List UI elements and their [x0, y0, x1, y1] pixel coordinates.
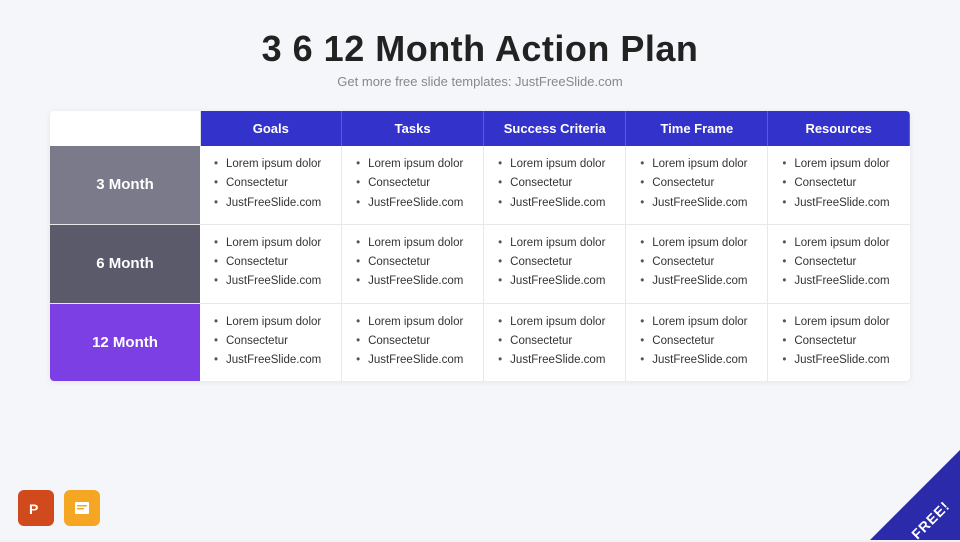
cell-item: JustFreeSlide.com [498, 273, 611, 290]
action-plan-table: Goals Tasks Success Criteria Time Frame … [50, 111, 910, 381]
cell-item: Lorem ipsum dolor [356, 156, 469, 173]
slide: 3 6 12 Month Action Plan Get more free s… [0, 0, 960, 540]
cell-item: JustFreeSlide.com [640, 273, 753, 290]
cell-item: Consectetur [498, 333, 611, 350]
cell-item: JustFreeSlide.com [356, 352, 469, 369]
powerpoint-icon: P [18, 490, 54, 526]
cell-r2-c3: Lorem ipsum dolor Consectetur JustFreeSlid… [626, 303, 768, 381]
subtitle: Get more free slide templates: JustFreeS… [262, 74, 699, 89]
cell-r2-c1: Lorem ipsum dolor Consectetur JustFreeSlid… [342, 303, 484, 381]
cell-item: Consectetur [214, 333, 327, 350]
title-section: 3 6 12 Month Action Plan Get more free s… [262, 28, 699, 89]
cell-item: JustFreeSlide.com [782, 273, 895, 290]
cell-r0-c1: Lorem ipsum dolor Consectetur JustFreeSlid… [342, 146, 484, 224]
cell-item: JustFreeSlide.com [498, 195, 611, 212]
col-header-time-frame: Time Frame [626, 111, 768, 146]
cell-r1-c1: Lorem ipsum dolor Consectetur JustFreeSlid… [342, 224, 484, 303]
col-header-success-criteria: Success Criteria [484, 111, 626, 146]
cell-item: Lorem ipsum dolor [782, 156, 895, 173]
cell-item: Lorem ipsum dolor [640, 156, 753, 173]
cell-item: JustFreeSlide.com [214, 352, 327, 369]
table-row: 6 Month Lorem ipsum dolor Consectetur JustF… [50, 224, 910, 303]
col-header-tasks: Tasks [342, 111, 484, 146]
row-label-12month: 12 Month [50, 303, 200, 381]
cell-item: JustFreeSlide.com [782, 195, 895, 212]
cell-r0-c2: Lorem ipsum dolor Consectetur JustFreeSlid… [484, 146, 626, 224]
cell-r1-c4: Lorem ipsum dolor Consectetur JustFreeSlid… [768, 224, 910, 303]
cell-r1-c3: Lorem ipsum dolor Consectetur JustFreeSlid… [626, 224, 768, 303]
cell-r0-c3: Lorem ipsum dolor Consectetur JustFreeSlid… [626, 146, 768, 224]
cell-item: Consectetur [356, 175, 469, 192]
cell-r2-c2: Lorem ipsum dolor Consectetur JustFreeSlid… [484, 303, 626, 381]
cell-item: Lorem ipsum dolor [356, 314, 469, 331]
cell-r0-c4: Lorem ipsum dolor Consectetur JustFreeSlid… [768, 146, 910, 224]
cell-item: JustFreeSlide.com [214, 273, 327, 290]
cell-item: Lorem ipsum dolor [356, 235, 469, 252]
cell-item: Lorem ipsum dolor [640, 235, 753, 252]
col-header-goals: Goals [200, 111, 342, 146]
cell-r1-c2: Lorem ipsum dolor Consectetur JustFreeSlid… [484, 224, 626, 303]
cell-item: Lorem ipsum dolor [214, 156, 327, 173]
free-text: FREE! [908, 498, 953, 542]
table-row: 3 Month Lorem ipsum dolor Consectetur JustF… [50, 146, 910, 224]
cell-item: JustFreeSlide.com [356, 273, 469, 290]
cell-item: Consectetur [782, 333, 895, 350]
cell-item: Lorem ipsum dolor [214, 314, 327, 331]
cell-item: JustFreeSlide.com [214, 195, 327, 212]
free-badge: FREE! [870, 450, 960, 540]
cell-item: Consectetur [640, 254, 753, 271]
cell-item: Lorem ipsum dolor [498, 156, 611, 173]
cell-item: Consectetur [356, 254, 469, 271]
cell-item: Consectetur [498, 175, 611, 192]
cell-item: Consectetur [356, 333, 469, 350]
bottom-icons: P [18, 490, 100, 526]
cell-item: JustFreeSlide.com [498, 352, 611, 369]
cell-item: Consectetur [214, 254, 327, 271]
cell-item: Consectetur [782, 175, 895, 192]
cell-item: Lorem ipsum dolor [498, 314, 611, 331]
cell-r0-c0: Lorem ipsum dolor Consectetur JustFreeSlid… [200, 146, 342, 224]
table-row: 12 Month Lorem ipsum dolor Consectetur Just… [50, 303, 910, 381]
cell-item: Lorem ipsum dolor [782, 314, 895, 331]
gslides-icon [64, 490, 100, 526]
col-header-resources: Resources [768, 111, 910, 146]
cell-item: Lorem ipsum dolor [782, 235, 895, 252]
cell-r2-c4: Lorem ipsum dolor Consectetur JustFreeSlid… [768, 303, 910, 381]
cell-item: Consectetur [214, 175, 327, 192]
cell-r1-c0: Lorem ipsum dolor Consectetur JustFreeSlid… [200, 224, 342, 303]
cell-item: Lorem ipsum dolor [214, 235, 327, 252]
cell-item: JustFreeSlide.com [782, 352, 895, 369]
col-header-empty [50, 111, 200, 146]
cell-item: Consectetur [498, 254, 611, 271]
cell-item: JustFreeSlide.com [640, 195, 753, 212]
row-label-6month: 6 Month [50, 224, 200, 303]
cell-item: Consectetur [782, 254, 895, 271]
cell-item: JustFreeSlide.com [640, 352, 753, 369]
cell-item: Lorem ipsum dolor [640, 314, 753, 331]
cell-item: Consectetur [640, 333, 753, 350]
cell-r2-c0: Lorem ipsum dolor Consectetur JustFreeSlid… [200, 303, 342, 381]
cell-item: Consectetur [640, 175, 753, 192]
action-plan-table-wrapper: Goals Tasks Success Criteria Time Frame … [50, 111, 910, 381]
cell-item: Lorem ipsum dolor [498, 235, 611, 252]
main-title: 3 6 12 Month Action Plan [262, 28, 699, 70]
row-label-3month: 3 Month [50, 146, 200, 224]
svg-text:P: P [29, 501, 38, 517]
cell-item: JustFreeSlide.com [356, 195, 469, 212]
